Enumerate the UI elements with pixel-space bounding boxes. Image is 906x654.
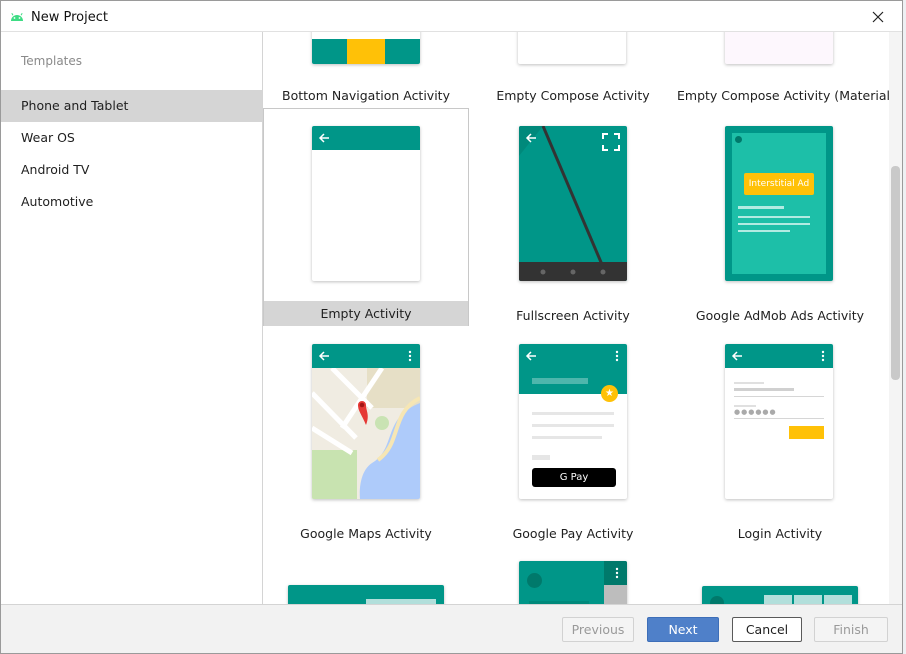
template-label: Google Maps Activity: [300, 526, 432, 541]
cancel-button[interactable]: Cancel: [732, 617, 802, 642]
close-button[interactable]: [864, 5, 892, 29]
new-project-dialog: New Project Templates Phone and Tablet W…: [0, 0, 903, 654]
template-thumbnail: [519, 126, 627, 281]
template-fullscreen-activity[interactable]: Fullscreen Activity: [470, 108, 676, 326]
next-button[interactable]: Next: [647, 617, 719, 642]
template-label: Fullscreen Activity: [516, 308, 630, 323]
template-google-pay-activity[interactable]: ★ G Pay Google Pay Activity: [470, 326, 676, 544]
templates-section-label: Templates: [21, 54, 83, 68]
template-empty-activity[interactable]: Empty Activity: [263, 108, 469, 326]
template-thumbnail: [288, 585, 444, 604]
back-arrow-icon: [318, 351, 329, 361]
sidebar-item-label: Phone and Tablet: [21, 98, 129, 113]
google-pay-button: G Pay: [532, 468, 616, 487]
template-login-activity[interactable]: ●●●●●● Login Activity: [677, 326, 883, 544]
template-thumbnail: [312, 126, 420, 281]
template-partial-row-item[interactable]: [677, 544, 883, 604]
close-icon: [872, 11, 884, 23]
sidebar-item-wear-os[interactable]: Wear OS: [1, 122, 262, 154]
template-label: Google Pay Activity: [512, 526, 634, 541]
star-icon: ★: [601, 385, 618, 402]
template-google-maps-activity[interactable]: Google Maps Activity: [263, 326, 469, 544]
android-icon: [11, 12, 23, 21]
title-bar: New Project: [1, 1, 902, 32]
gallery-scrollbar-thumb[interactable]: [891, 166, 900, 380]
back-arrow-icon: [525, 133, 536, 143]
overflow-menu-icon: [408, 350, 412, 362]
template-partial-row-item[interactable]: [470, 544, 676, 604]
template-label: Empty Compose Activity: [496, 88, 650, 103]
template-google-admob-ads-activity[interactable]: Interstitial Ad Google AdMob Ads Activit…: [677, 108, 883, 326]
back-arrow-icon: [731, 351, 742, 361]
template-label: Empty Activity: [264, 301, 468, 326]
interstitial-ad-badge: Interstitial Ad: [744, 173, 814, 195]
sidebar-item-automotive[interactable]: Automotive: [1, 186, 262, 218]
template-thumbnail: [725, 32, 833, 64]
fullscreen-icon: [602, 133, 620, 151]
previous-button[interactable]: Previous: [562, 617, 634, 642]
template-thumbnail: [519, 561, 627, 604]
sidebar-item-label: Automotive: [21, 194, 94, 209]
template-partial-row-item[interactable]: [263, 544, 469, 604]
template-label: Empty Compose Activity (Material3): [677, 88, 889, 103]
sidebar-item-android-tv[interactable]: Android TV: [1, 154, 262, 186]
template-thumbnail: ★ G Pay: [519, 344, 627, 499]
template-thumbnail: ●●●●●●: [725, 344, 833, 499]
template-thumbnail: [518, 32, 626, 64]
template-category-sidebar: Templates Phone and Tablet Wear OS Andro…: [1, 32, 263, 604]
template-bottom-navigation-activity[interactable]: Bottom Navigation Activity: [263, 32, 469, 112]
dialog-footer: Previous Next Cancel Finish: [1, 604, 902, 653]
sidebar-item-phone-and-tablet[interactable]: Phone and Tablet: [1, 90, 262, 122]
template-label: Bottom Navigation Activity: [282, 88, 450, 103]
overflow-menu-icon: [615, 567, 619, 579]
overflow-menu-icon: [821, 350, 825, 362]
overflow-menu-icon: [615, 350, 619, 362]
template-thumbnail: [312, 32, 420, 64]
back-arrow-icon: [318, 133, 329, 143]
template-gallery: Bottom Navigation Activity Empty Compose…: [263, 32, 889, 604]
template-empty-compose-activity-material3[interactable]: Empty Compose Activity (Material3): [677, 32, 889, 112]
finish-button[interactable]: Finish: [814, 617, 888, 642]
template-thumbnail: Interstitial Ad: [725, 126, 833, 281]
template-thumbnail: [702, 586, 858, 604]
template-label: Google AdMob Ads Activity: [695, 308, 865, 323]
sidebar-item-label: Android TV: [21, 162, 90, 177]
window-title: New Project: [31, 10, 108, 25]
template-empty-compose-activity[interactable]: Empty Compose Activity: [470, 32, 676, 112]
sidebar-item-label: Wear OS: [21, 130, 75, 145]
template-thumbnail: [312, 344, 420, 499]
template-label: Login Activity: [737, 526, 823, 541]
back-arrow-icon: [525, 351, 536, 361]
